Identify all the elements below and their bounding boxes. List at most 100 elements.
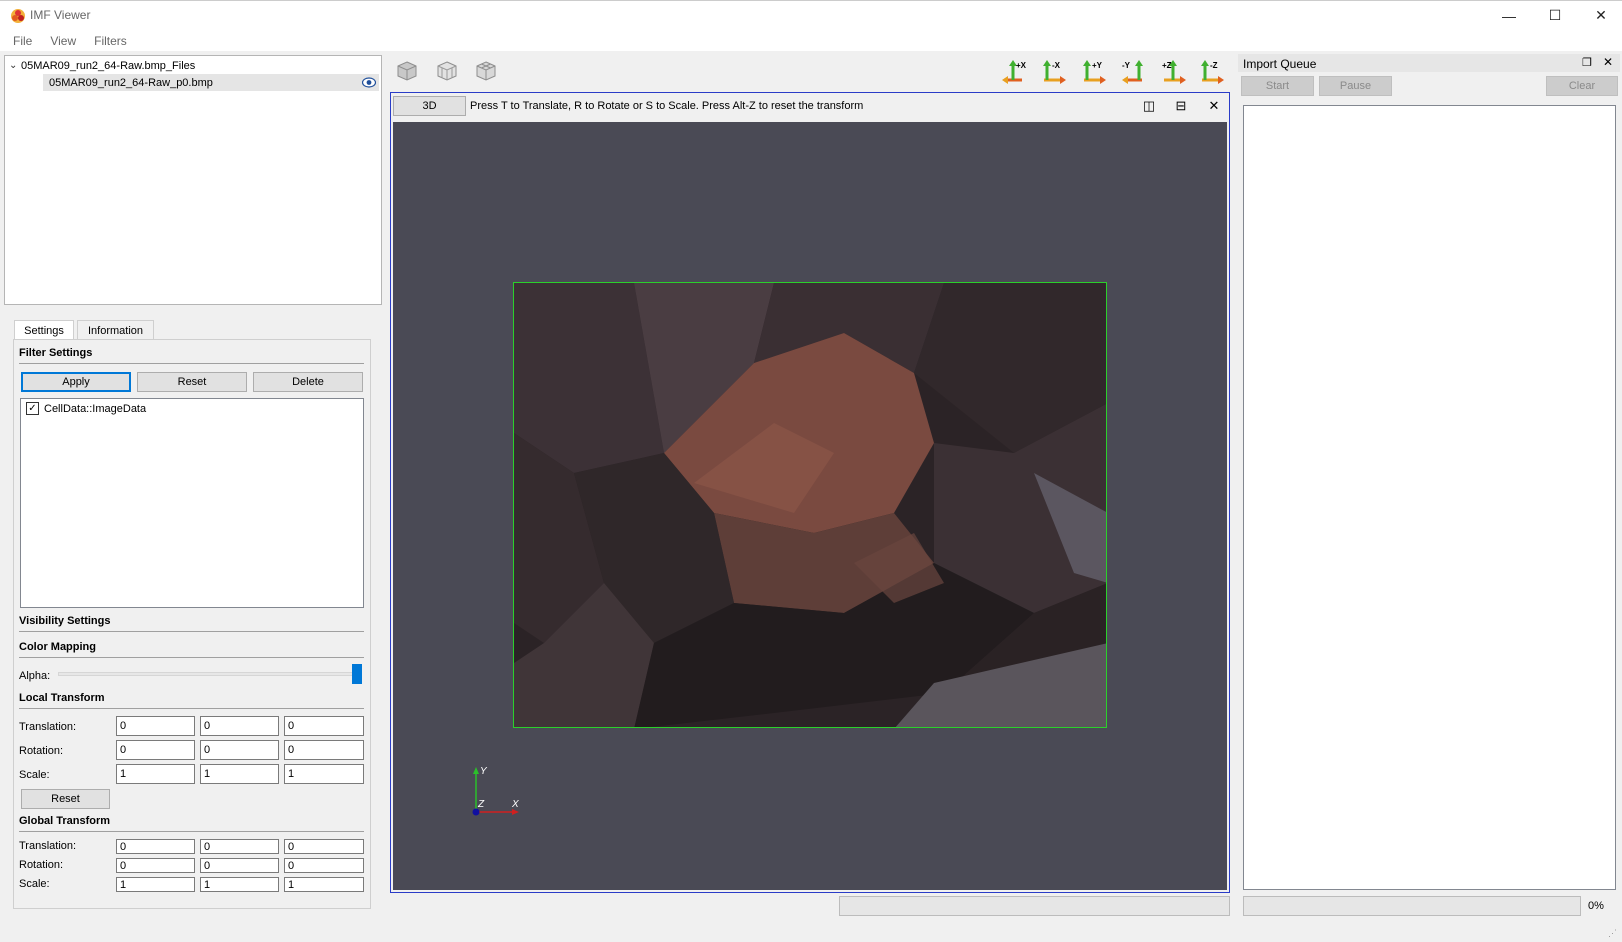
axis-label: -Z bbox=[1210, 61, 1218, 70]
import-queue-title: Import Queue bbox=[1243, 57, 1317, 71]
list-item[interactable]: ✓ CellData::ImageData bbox=[26, 402, 146, 415]
resize-grip-icon[interactable]: ⋰ bbox=[1608, 928, 1617, 939]
axis-label: +X bbox=[1016, 61, 1027, 70]
apply-button[interactable]: Apply bbox=[21, 372, 131, 392]
filter-settings-title: Filter Settings bbox=[19, 347, 93, 359]
divider bbox=[19, 631, 364, 632]
alpha-label: Alpha: bbox=[19, 670, 51, 682]
cube-front-view-icon[interactable] bbox=[394, 58, 420, 84]
divider bbox=[19, 363, 364, 364]
tree-item-root[interactable]: ⌄ 05MAR09_run2_64-Raw.bmp_Files bbox=[9, 57, 195, 74]
tree-item-root-label: 05MAR09_run2_64-Raw.bmp_Files bbox=[21, 59, 196, 72]
local-translation-x[interactable]: 0 bbox=[116, 716, 195, 736]
translation-label: Translation: bbox=[19, 721, 77, 733]
delete-button[interactable]: Delete bbox=[253, 372, 363, 392]
pipeline-tree[interactable]: ⌄ 05MAR09_run2_64-Raw.bmp_Files 05MAR09_… bbox=[4, 55, 382, 305]
global-translation-x: 0 bbox=[116, 839, 195, 854]
import-progress-text: 0% bbox=[1588, 900, 1604, 912]
view-plus-y-button[interactable]: +Y bbox=[1080, 58, 1108, 84]
local-scale-x[interactable]: 1 bbox=[116, 764, 195, 784]
scale-label: Scale: bbox=[19, 769, 50, 781]
translation-label: Translation: bbox=[19, 840, 77, 852]
view-plus-z-button[interactable]: +Z bbox=[1160, 58, 1188, 84]
app-logo-icon bbox=[11, 9, 25, 23]
window-title: IMF Viewer bbox=[30, 8, 91, 22]
local-scale-y[interactable]: 1 bbox=[200, 764, 279, 784]
menu-file[interactable]: File bbox=[4, 34, 41, 48]
orientation-axes-icon: Y Z X bbox=[472, 766, 519, 816]
alpha-slider[interactable] bbox=[58, 672, 360, 676]
float-dock-icon[interactable]: ❐ bbox=[1582, 56, 1592, 69]
image-slice bbox=[513, 282, 1107, 728]
viewport-hint: Press T to Translate, R to Rotate or S t… bbox=[470, 100, 864, 112]
view-minus-z-button[interactable]: -Z bbox=[1198, 58, 1226, 84]
data-array-list[interactable]: ✓ CellData::ImageData bbox=[20, 398, 364, 608]
global-transform-title: Global Transform bbox=[19, 815, 111, 827]
tree-item-child[interactable]: 05MAR09_run2_64-Raw_p0.bmp bbox=[43, 74, 379, 91]
local-rotation-y[interactable]: 0 bbox=[200, 740, 279, 760]
menu-view[interactable]: View bbox=[41, 34, 85, 48]
clear-button[interactable]: Clear bbox=[1546, 76, 1618, 96]
axis-label: +Y bbox=[1092, 61, 1103, 70]
global-scale-y: 1 bbox=[200, 877, 279, 892]
scale-label: Scale: bbox=[19, 878, 50, 890]
global-translation-z: 0 bbox=[284, 839, 364, 854]
visibility-settings-title: Visibility Settings bbox=[19, 615, 111, 627]
maximize-icon[interactable]: ☐ bbox=[1532, 0, 1578, 31]
z-axis-label: Z bbox=[477, 799, 485, 810]
reset-button[interactable]: Reset bbox=[137, 372, 247, 392]
eye-visibility-icon[interactable] bbox=[362, 77, 376, 88]
tree-item-child-label: 05MAR09_run2_64-Raw_p0.bmp bbox=[49, 76, 213, 89]
local-translation-z[interactable]: 0 bbox=[284, 716, 364, 736]
global-rotation-z: 0 bbox=[284, 858, 364, 873]
x-axis-label: X bbox=[511, 799, 519, 810]
menu-filters[interactable]: Filters bbox=[85, 34, 136, 48]
tab-settings[interactable]: Settings bbox=[14, 320, 74, 341]
axis-label: +Z bbox=[1162, 61, 1172, 70]
close-view-icon[interactable]: ✕ bbox=[1204, 96, 1224, 116]
y-axis-label: Y bbox=[480, 766, 488, 777]
close-icon[interactable]: ✕ bbox=[1578, 0, 1622, 31]
cube-wireframe-icon[interactable] bbox=[434, 58, 460, 84]
reset-transform-button[interactable]: Reset bbox=[21, 789, 110, 809]
menu-bar: File View Filters bbox=[0, 31, 1622, 51]
array-label: CellData::ImageData bbox=[44, 402, 147, 415]
import-progress-bar bbox=[1243, 896, 1581, 916]
cube-axes-icon[interactable] bbox=[473, 58, 499, 84]
tab-information[interactable]: Information bbox=[77, 320, 154, 340]
title-bar bbox=[0, 0, 1622, 31]
minimize-icon[interactable]: — bbox=[1486, 0, 1532, 31]
start-button[interactable]: Start bbox=[1241, 76, 1314, 96]
axis-label: -X bbox=[1052, 61, 1061, 70]
local-rotation-z[interactable]: 0 bbox=[284, 740, 364, 760]
global-scale-x: 1 bbox=[116, 877, 195, 892]
global-translation-y: 0 bbox=[200, 839, 279, 854]
view-minus-y-button[interactable]: -Y bbox=[1120, 58, 1148, 84]
view-mode-button[interactable]: 3D bbox=[393, 96, 466, 116]
local-scale-z[interactable]: 1 bbox=[284, 764, 364, 784]
local-rotation-x[interactable]: 0 bbox=[116, 740, 195, 760]
global-scale-z: 1 bbox=[284, 877, 364, 892]
rotation-label: Rotation: bbox=[19, 859, 64, 871]
pause-button[interactable]: Pause bbox=[1319, 76, 1392, 96]
local-transform-title: Local Transform bbox=[19, 692, 105, 704]
rotation-label: Rotation: bbox=[19, 745, 64, 757]
view-plus-x-button[interactable]: +X bbox=[1000, 58, 1028, 84]
divider bbox=[19, 708, 364, 709]
color-mapping-title: Color Mapping bbox=[19, 641, 96, 653]
import-queue-list[interactable] bbox=[1243, 105, 1616, 890]
global-rotation-x: 0 bbox=[116, 858, 195, 873]
close-dock-icon[interactable]: ✕ bbox=[1603, 55, 1613, 69]
chevron-down-icon[interactable]: ⌄ bbox=[9, 60, 21, 71]
checkbox[interactable]: ✓ bbox=[26, 402, 39, 415]
split-horizontal-icon[interactable]: ◫ bbox=[1139, 96, 1159, 116]
view-minus-x-button[interactable]: -X bbox=[1040, 58, 1068, 84]
alpha-slider-handle[interactable] bbox=[352, 664, 362, 684]
local-translation-y[interactable]: 0 bbox=[200, 716, 279, 736]
global-rotation-y: 0 bbox=[200, 858, 279, 873]
split-vertical-icon[interactable]: ⊟ bbox=[1171, 96, 1191, 116]
divider bbox=[19, 657, 364, 658]
divider bbox=[19, 831, 364, 832]
axis-label: -Y bbox=[1122, 61, 1131, 70]
render-progress-bar bbox=[839, 896, 1230, 916]
